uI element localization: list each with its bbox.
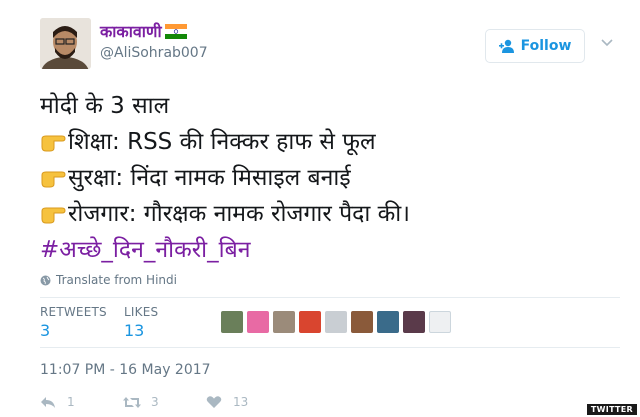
timestamp[interactable]: 11:07 PM - 16 May 2017 xyxy=(40,362,211,378)
reply-count: 1 xyxy=(67,395,75,409)
divider xyxy=(40,297,620,298)
retweet-icon xyxy=(123,396,141,408)
pointing-hand-icon xyxy=(41,135,66,152)
tweet-text: मोदी के 3 साल शिक्षा: RSS की निक्कर हाफ … xyxy=(40,88,620,268)
tweet-line-text: रोजगार: गौरक्षक नामक रोजगार पैदा की। xyxy=(68,201,410,227)
avatar[interactable] xyxy=(40,18,91,69)
likes-count[interactable]: 13 xyxy=(124,321,144,340)
globe-icon xyxy=(40,275,51,285)
heart-icon xyxy=(206,396,222,408)
follow-button-label: Follow xyxy=(520,38,572,54)
india-flag-icon xyxy=(164,23,187,39)
retweet-button[interactable]: 3 xyxy=(122,395,159,409)
liker-avatar[interactable] xyxy=(351,311,373,333)
reply-icon xyxy=(41,396,55,408)
liker-avatar[interactable] xyxy=(273,311,295,333)
reply-button[interactable]: 1 xyxy=(40,395,75,409)
liker-avatar[interactable] xyxy=(247,311,269,333)
liker-avatars xyxy=(221,311,451,333)
add-user-icon xyxy=(498,39,514,53)
tweet-line: मोदी के 3 साल xyxy=(40,93,170,119)
twitter-watermark: TWITTER xyxy=(586,404,637,415)
user-handle[interactable]: @AliSohrab007 xyxy=(100,45,208,61)
divider xyxy=(40,347,620,348)
like-button[interactable]: 13 xyxy=(206,395,248,409)
liker-avatar[interactable] xyxy=(403,311,425,333)
tweet-line: सुरक्षा: निंदा नामक मिसाइल बनाई xyxy=(40,160,620,196)
retweets-label: RETWEETS xyxy=(40,305,107,319)
display-name[interactable]: काकावाणी xyxy=(100,20,187,42)
translate-link[interactable]: Translate from Hindi xyxy=(40,273,177,287)
hashtag-link[interactable]: #अच्छे_दिन_नौकरी_बिन xyxy=(40,232,620,268)
tweet-line-text: शिक्षा: RSS की निक्कर हाफ से फूल xyxy=(68,129,376,155)
translate-label[interactable]: Translate from Hindi xyxy=(56,273,177,287)
like-count: 13 xyxy=(233,395,249,409)
likes-label: LIKES xyxy=(124,305,159,319)
follow-button[interactable]: Follow xyxy=(485,29,585,63)
retweets-count[interactable]: 3 xyxy=(40,321,50,340)
chevron-down-icon[interactable] xyxy=(600,37,614,49)
pointing-hand-icon xyxy=(41,171,66,188)
liker-avatar[interactable] xyxy=(429,311,451,333)
retweet-count: 3 xyxy=(151,395,159,409)
tweet-line-text: सुरक्षा: निंदा नामक मिसाइल बनाई xyxy=(68,165,351,191)
liker-avatar[interactable] xyxy=(221,311,243,333)
liker-avatar[interactable] xyxy=(325,311,347,333)
tweet-line: शिक्षा: RSS की निक्कर हाफ से फूल xyxy=(40,124,620,160)
display-name-text[interactable]: काकावाणी xyxy=(100,20,162,42)
liker-avatar[interactable] xyxy=(377,311,399,333)
liker-avatar[interactable] xyxy=(299,311,321,333)
pointing-hand-icon xyxy=(41,207,66,224)
tweet-line: रोजगार: गौरक्षक नामक रोजगार पैदा की। xyxy=(40,196,620,232)
